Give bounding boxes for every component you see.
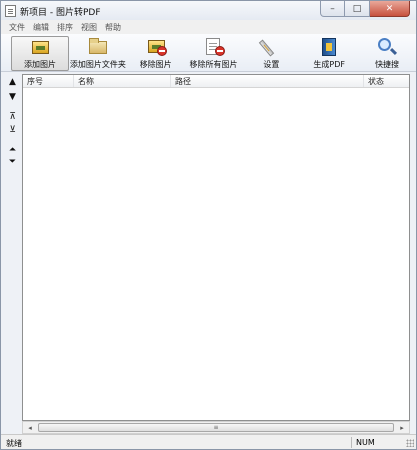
move-up-button[interactable]: ▲ <box>5 75 20 89</box>
scroll-right-icon[interactable]: ▸ <box>395 422 409 433</box>
generate-pdf-button[interactable]: 生成PDF <box>300 36 358 71</box>
remove-all-images-label: 移除所有图片 <box>189 60 238 69</box>
maximize-button[interactable]: □ <box>345 1 370 17</box>
add-folder-icon <box>87 38 109 56</box>
remove-image-icon <box>145 38 167 56</box>
horizontal-scrollbar[interactable]: ◂ ≡ ▸ <box>22 421 410 434</box>
add-image-label: 添加图片 <box>23 60 56 69</box>
close-button[interactable]: ✕ <box>370 1 410 17</box>
add-image-button[interactable]: 添加图片 <box>11 36 69 71</box>
settings-button[interactable]: 设置 <box>242 36 300 71</box>
generate-pdf-icon <box>318 38 340 56</box>
window-controls: – □ ✕ <box>320 1 410 17</box>
minimize-button[interactable]: – <box>320 1 345 17</box>
menu-help[interactable]: 帮助 <box>101 22 125 33</box>
remove-all-images-icon <box>203 38 225 56</box>
column-status[interactable]: 状态 <box>368 76 384 87</box>
quick-search-label: 快捷搜 <box>375 60 400 69</box>
window-title: 新项目 - 图片转PDF <box>20 8 101 18</box>
scroll-left-icon[interactable]: ◂ <box>23 422 37 433</box>
menu-sort[interactable]: 排序 <box>53 22 77 33</box>
add-folder-button[interactable]: 添加图片文件夹 <box>69 36 127 71</box>
status-text: 就绪 <box>6 439 22 448</box>
scroll-thumb[interactable]: ≡ <box>38 423 394 432</box>
image-list[interactable]: 序号 名称 路径 状态 <box>22 74 410 421</box>
generate-pdf-label: 生成PDF <box>313 60 346 69</box>
menu-edit[interactable]: 编辑 <box>29 22 53 33</box>
right-edge <box>410 74 416 434</box>
remove-image-label: 移除图片 <box>139 60 172 69</box>
add-folder-label: 添加图片文件夹 <box>69 60 126 69</box>
status-bar: 就绪 NUM <box>1 434 416 449</box>
move-top-button[interactable]: ⊼ <box>5 110 20 124</box>
settings-icon <box>259 38 282 57</box>
app-icon <box>5 5 16 17</box>
settings-label: 设置 <box>263 60 280 69</box>
column-name[interactable]: 名称 <box>78 76 94 87</box>
num-lock-indicator: NUM <box>356 438 375 447</box>
list-header: 序号 名称 路径 状态 <box>23 75 409 88</box>
menu-view[interactable]: 视图 <box>77 22 101 33</box>
title-bar: 新项目 - 图片转PDF – □ ✕ <box>1 1 416 20</box>
quick-search-button[interactable]: 快捷搜 <box>358 36 416 71</box>
menu-file[interactable]: 文件 <box>5 22 29 33</box>
order-controls: ▲ ▼ ⊼ ⊻ ⏶ ⏷ <box>5 75 20 427</box>
app-window: 新项目 - 图片转PDF – □ ✕ 文件 编辑 排序 视图 帮助 添加图片 添… <box>0 0 417 450</box>
column-index[interactable]: 序号 <box>27 76 43 87</box>
add-image-icon <box>29 39 51 56</box>
column-path[interactable]: 路径 <box>175 76 191 87</box>
remove-all-images-button[interactable]: 移除所有图片 <box>185 36 243 71</box>
grip-icon: ≡ <box>213 424 219 431</box>
status-divider <box>351 437 352 448</box>
toolbar: 添加图片 添加图片文件夹 移除图片 移除所有图片 设置 生成PDF 快捷搜 <box>1 34 416 72</box>
resize-grip-icon[interactable] <box>406 439 414 447</box>
menu-bar: 文件 编辑 排序 视图 帮助 <box>1 20 416 34</box>
quick-search-icon <box>376 38 398 56</box>
page-down-button[interactable]: ⏷ <box>5 155 20 169</box>
move-down-button[interactable]: ▼ <box>5 90 20 104</box>
remove-image-button[interactable]: 移除图片 <box>127 36 185 71</box>
move-bottom-button[interactable]: ⊻ <box>5 123 20 137</box>
